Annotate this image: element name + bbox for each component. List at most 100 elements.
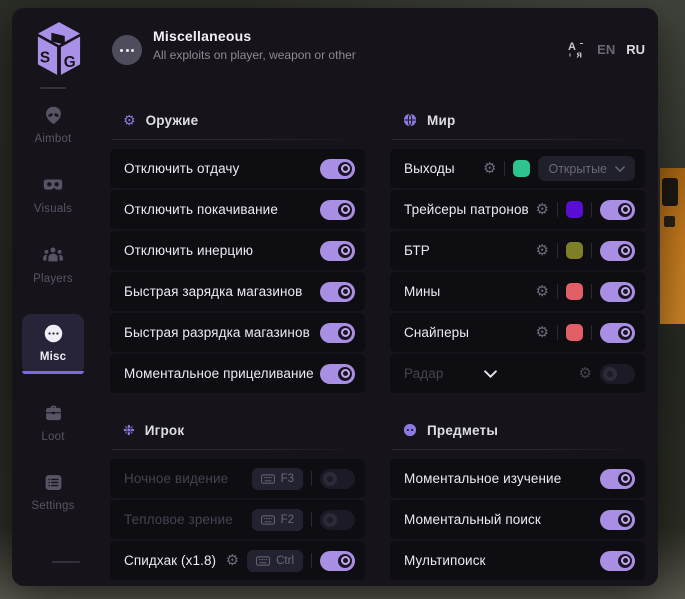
toggle[interactable]	[320, 200, 355, 220]
app-logo: S G	[36, 21, 82, 82]
gear-icon[interactable]: ⚙	[536, 202, 549, 217]
section-player: ❉ Игрок Ночное видение F3	[110, 408, 365, 580]
sidebar-item-loot[interactable]: Loot	[22, 403, 84, 443]
lang-ru-button[interactable]: RU	[626, 42, 645, 57]
players-icon	[42, 244, 64, 266]
sidebar-item-label: Settings	[31, 500, 74, 512]
toggle[interactable]	[600, 364, 635, 384]
globe-icon	[403, 113, 417, 127]
page-subtitle: All exploits on player, weapon or other	[153, 48, 356, 62]
hotkey-badge[interactable]: F3	[252, 468, 303, 490]
separator	[504, 161, 505, 176]
toggle[interactable]	[320, 241, 355, 261]
vr-goggles-icon	[42, 174, 64, 196]
divider	[112, 139, 359, 140]
section-title: Мир	[427, 113, 455, 128]
feature-label: Трейсеры патронов	[404, 202, 529, 217]
separator	[557, 325, 558, 340]
expand-chevron-down-icon[interactable]	[484, 370, 497, 378]
page-title: Miscellaneous	[153, 28, 356, 44]
gear-icon[interactable]: ⚙	[579, 366, 592, 381]
cheat-menu-window: S G Miscellaneous All exploits on player…	[12, 8, 658, 586]
feature-row: Моментальное изучение	[390, 459, 645, 498]
game-screen: S G Miscellaneous All exploits on player…	[0, 0, 685, 599]
separator	[311, 512, 312, 527]
gear-icon[interactable]: ⚙	[226, 553, 239, 568]
feature-row: Отключить покачивание	[110, 190, 365, 229]
feature-row: БТР ⚙	[390, 231, 645, 270]
settings-list-icon	[43, 472, 64, 493]
chevron-down-icon	[615, 166, 625, 172]
toggle[interactable]	[320, 323, 355, 343]
feature-label: Отключить покачивание	[124, 202, 278, 217]
feature-label: Выходы	[404, 161, 455, 176]
feature-row: Ночное видение F3	[110, 459, 365, 498]
color-swatch[interactable]	[566, 242, 583, 259]
sidebar-item-label: Misc	[40, 351, 66, 363]
ellipsis-circle-icon	[43, 323, 64, 344]
feature-row: Отключить отдачу	[110, 149, 365, 188]
feature-row: Снайперы ⚙	[390, 313, 645, 352]
divider	[52, 561, 80, 563]
color-swatch[interactable]	[566, 283, 583, 300]
feature-row: Быстрая разрядка магазинов	[110, 313, 365, 352]
sidebar-item-visuals[interactable]: Visuals	[22, 174, 84, 215]
toggle[interactable]	[600, 323, 635, 343]
toggle[interactable]	[320, 282, 355, 302]
feature-label: Мультипоиск	[404, 553, 486, 568]
sidebar-item-players[interactable]: Players	[22, 244, 84, 285]
hotkey-badge[interactable]: F2	[252, 509, 303, 531]
sidebar-item-aimbot[interactable]: Aimbot	[22, 105, 84, 145]
divider	[392, 139, 639, 140]
sidebar-item-label: Visuals	[34, 203, 72, 215]
feature-row: Выходы ⚙ Открытые	[390, 149, 645, 188]
toggle[interactable]	[320, 159, 355, 179]
ellipsis-circle-icon	[112, 35, 142, 65]
toggle[interactable]	[320, 364, 355, 384]
gear-icon[interactable]: ⚙	[536, 325, 549, 340]
svg-text:A: A	[568, 41, 576, 53]
toggle[interactable]	[600, 510, 635, 530]
toggle[interactable]	[600, 551, 635, 571]
feature-label: Отключить отдачу	[124, 161, 239, 176]
sidebar-item-misc[interactable]: Misc	[22, 314, 84, 374]
toggle[interactable]	[600, 241, 635, 261]
hotkey-badge[interactable]: Ctrl	[247, 550, 303, 572]
divider	[40, 87, 66, 89]
gear-icon[interactable]: ⚙	[536, 284, 549, 299]
section-title: Оружие	[146, 113, 199, 128]
feature-label: Моментальное прицеливание	[124, 366, 314, 381]
items-icon	[403, 423, 417, 437]
color-swatch[interactable]	[566, 201, 583, 218]
section-weapon: ⚙ Оружие Отключить отдачу Отключить пока…	[110, 98, 365, 393]
lang-en-button[interactable]: EN	[597, 42, 615, 57]
sidebar-item-settings[interactable]: Settings	[22, 472, 84, 512]
svg-text:G: G	[64, 54, 76, 71]
left-column: ⚙ Оружие Отключить отдачу Отключить пока…	[110, 98, 365, 582]
separator	[311, 553, 312, 568]
feature-row: Спидхак (x1.8) ⚙ Ctrl	[110, 541, 365, 580]
feature-label: Тепловое зрение	[124, 512, 233, 527]
feature-row: Трейсеры патронов ⚙	[390, 190, 645, 229]
separator	[311, 471, 312, 486]
sidebar-item-label: Loot	[41, 431, 64, 443]
feature-label: Ночное видение	[124, 471, 228, 486]
divider	[392, 449, 639, 450]
toggle[interactable]	[320, 551, 355, 571]
keyboard-icon	[261, 474, 275, 484]
feature-label: Радар	[404, 366, 443, 381]
color-swatch[interactable]	[513, 160, 530, 177]
dropdown[interactable]: Открытые	[538, 156, 635, 181]
toggle[interactable]	[600, 469, 635, 489]
gear-icon[interactable]: ⚙	[536, 243, 549, 258]
feature-row: Тепловое зрение F2	[110, 500, 365, 539]
toggle[interactable]	[320, 469, 355, 489]
toggle[interactable]	[320, 510, 355, 530]
color-swatch[interactable]	[566, 324, 583, 341]
toggle[interactable]	[600, 200, 635, 220]
content: ⚙ Оружие Отключить отдачу Отключить пока…	[110, 98, 645, 586]
gear-icon[interactable]: ⚙	[483, 161, 496, 176]
separator	[591, 202, 592, 217]
feature-label: Моментальное изучение	[404, 471, 561, 486]
toggle[interactable]	[600, 282, 635, 302]
